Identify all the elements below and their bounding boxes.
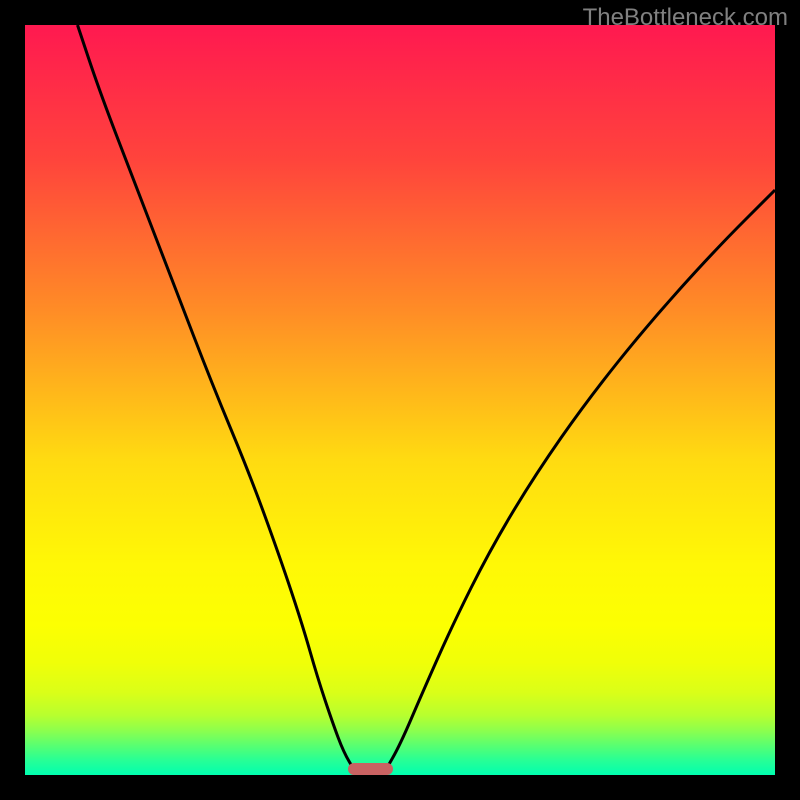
right-curve [385, 190, 775, 771]
curve-layer [25, 25, 775, 775]
plot-area [25, 25, 775, 775]
chart-container: TheBottleneck.com [0, 0, 800, 800]
watermark-text: TheBottleneck.com [583, 4, 788, 32]
minimum-marker [348, 763, 393, 775]
left-curve [78, 25, 356, 771]
